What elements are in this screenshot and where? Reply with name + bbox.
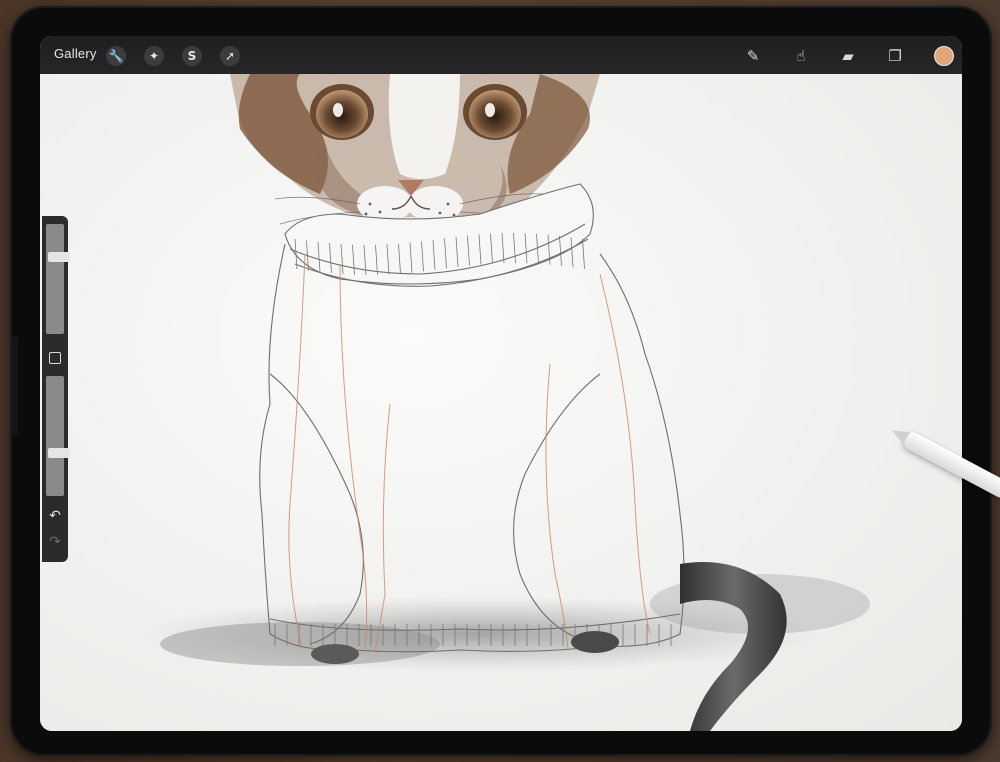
ipad-side-bezel <box>12 336 18 436</box>
opacity-slider[interactable] <box>46 376 70 496</box>
brush-icon[interactable]: ✎ <box>742 45 764 67</box>
top-toolbar: Gallery 🔧 ✦ S ➚ ✎ ☝ ▰ ❐ <box>40 36 962 74</box>
opacity-thumb[interactable] <box>48 448 70 458</box>
magic-wand-icon[interactable]: ✦ <box>144 46 164 66</box>
gallery-button[interactable]: Gallery <box>54 46 97 61</box>
procreate-screen: Gallery 🔧 ✦ S ➚ ✎ ☝ ▰ ❐ ↶ ↷ <box>40 36 962 731</box>
selection-s-icon[interactable]: S <box>182 46 202 66</box>
artwork-svg <box>140 74 870 731</box>
undo-icon[interactable]: ↶ <box>42 508 68 524</box>
left-sidebar: ↶ ↷ <box>42 216 70 562</box>
sweater-ribbing <box>274 232 672 646</box>
layers-icon[interactable]: ❐ <box>884 45 906 67</box>
photo-scene: Gallery 🔧 ✦ S ➚ ✎ ☝ ▰ ❐ ↶ ↷ <box>0 0 1000 762</box>
arrow-cursor-icon[interactable]: ➚ <box>220 46 240 66</box>
eraser-icon[interactable]: ▰ <box>837 45 859 67</box>
modify-button[interactable] <box>49 352 61 364</box>
wrench-icon[interactable]: 🔧 <box>106 46 126 66</box>
collar-rib-line <box>582 238 585 269</box>
orange-construction-lines <box>288 253 651 653</box>
color-picker-button[interactable] <box>934 46 954 66</box>
brush-size-slider[interactable] <box>46 224 70 334</box>
sweater-sketch <box>259 183 685 653</box>
ipad-device: Gallery 🔧 ✦ S ➚ ✎ ☝ ▰ ❐ ↶ ↷ <box>10 6 992 756</box>
brush-size-thumb[interactable] <box>48 252 70 262</box>
drawing-canvas[interactable] <box>40 74 962 731</box>
redo-icon[interactable]: ↷ <box>42 534 68 550</box>
smudge-icon[interactable]: ☝ <box>790 45 812 67</box>
